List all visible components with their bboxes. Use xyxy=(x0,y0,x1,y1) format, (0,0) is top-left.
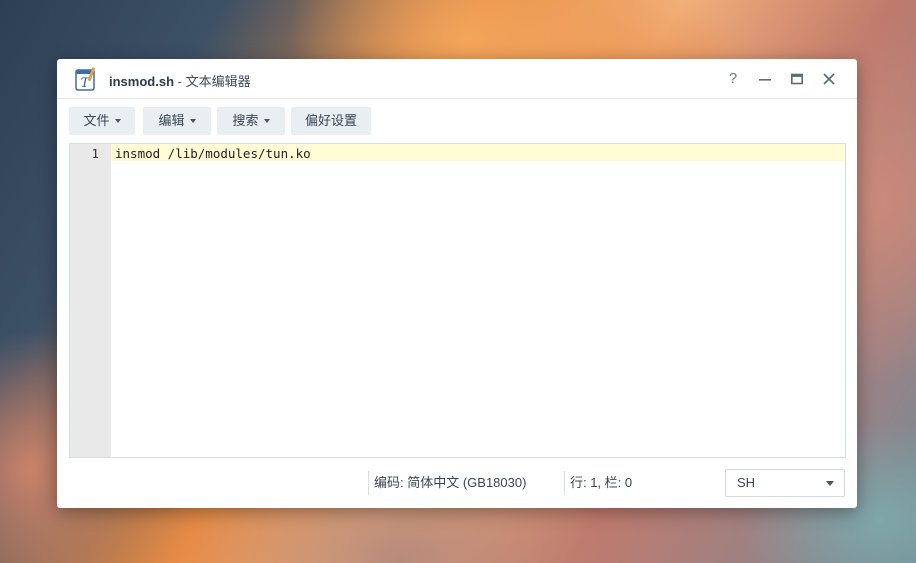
file-menu-label: 文件 xyxy=(83,113,110,128)
search-menu-label: 搜索 xyxy=(232,113,259,128)
window-title: insmod.sh - 文本编辑器 xyxy=(109,71,251,90)
maximize-icon xyxy=(791,73,803,85)
minimize-icon xyxy=(759,79,771,81)
minimize-button[interactable] xyxy=(755,69,775,89)
help-icon: ? xyxy=(728,70,738,87)
status-bar: 编码: 简体中文 (GB18030) 行: 1, 栏: 0 SH xyxy=(57,467,857,497)
chevron-down-icon xyxy=(263,118,270,123)
close-icon xyxy=(823,73,835,85)
preferences-label: 偏好设置 xyxy=(304,113,357,128)
cursor-position-status: 行: 1, 栏: 0 xyxy=(564,471,632,495)
chevron-down-icon xyxy=(189,118,196,123)
file-name: insmod.sh xyxy=(109,74,175,89)
edit-menu-button[interactable]: 编辑 xyxy=(143,107,211,135)
edit-menu-label: 编辑 xyxy=(158,113,185,128)
encoding-status[interactable]: 编码: 简体中文 (GB18030) xyxy=(368,471,526,495)
close-button[interactable] xyxy=(819,69,839,89)
title-bar[interactable]: T insmod.sh - 文本编辑器 ? xyxy=(57,59,857,99)
help-button[interactable]: ? xyxy=(723,69,743,89)
text-editor-window: T insmod.sh - 文本编辑器 ? 文件 编辑 搜索 偏好设置 1 in… xyxy=(57,59,857,508)
preferences-button[interactable]: 偏好设置 xyxy=(291,107,371,135)
syntax-language-value: SH xyxy=(737,475,756,490)
app-name: 文本编辑器 xyxy=(185,74,251,89)
code-line[interactable]: insmod /lib/modules/tun.ko xyxy=(115,146,311,162)
maximize-button[interactable] xyxy=(787,69,807,89)
chevron-down-icon xyxy=(114,118,121,123)
search-menu-button[interactable]: 搜索 xyxy=(217,107,285,135)
file-menu-button[interactable]: 文件 xyxy=(69,107,135,135)
line-number-gutter: 1 xyxy=(70,144,111,457)
syntax-language-select[interactable]: SH xyxy=(725,469,845,497)
title-separator: - xyxy=(174,74,186,89)
text-editor-icon: T xyxy=(75,67,96,91)
code-editor[interactable]: 1 insmod /lib/modules/tun.ko xyxy=(69,143,846,458)
line-number: 1 xyxy=(91,146,99,161)
chevron-down-icon xyxy=(826,481,834,486)
